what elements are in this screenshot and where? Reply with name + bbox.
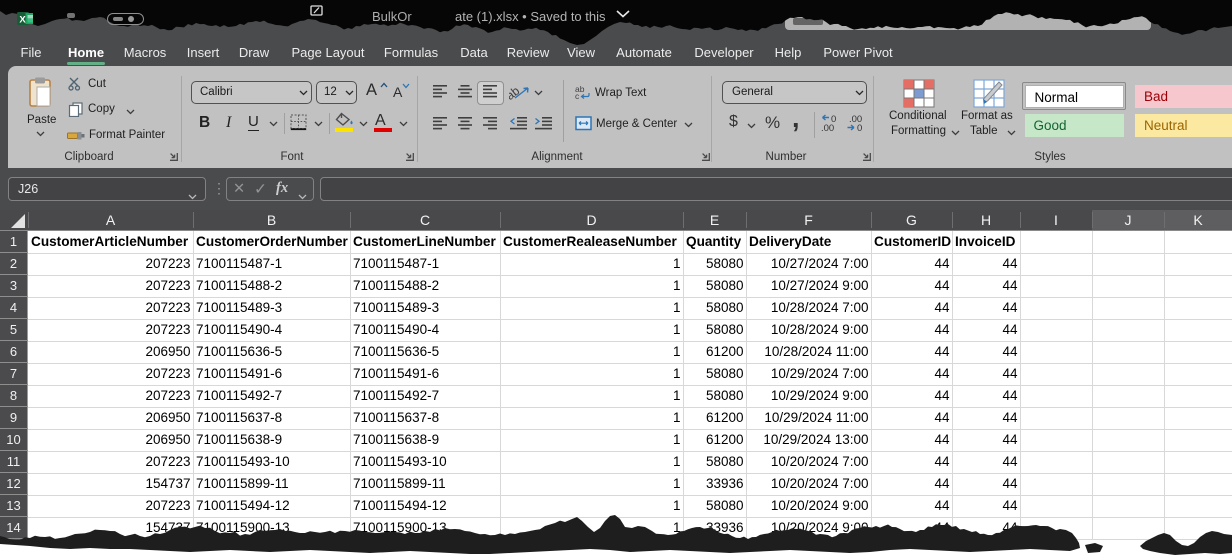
svg-text:0: 0 bbox=[857, 123, 862, 132]
svg-text:.00: .00 bbox=[821, 123, 834, 132]
svg-text:X: X bbox=[19, 15, 26, 26]
